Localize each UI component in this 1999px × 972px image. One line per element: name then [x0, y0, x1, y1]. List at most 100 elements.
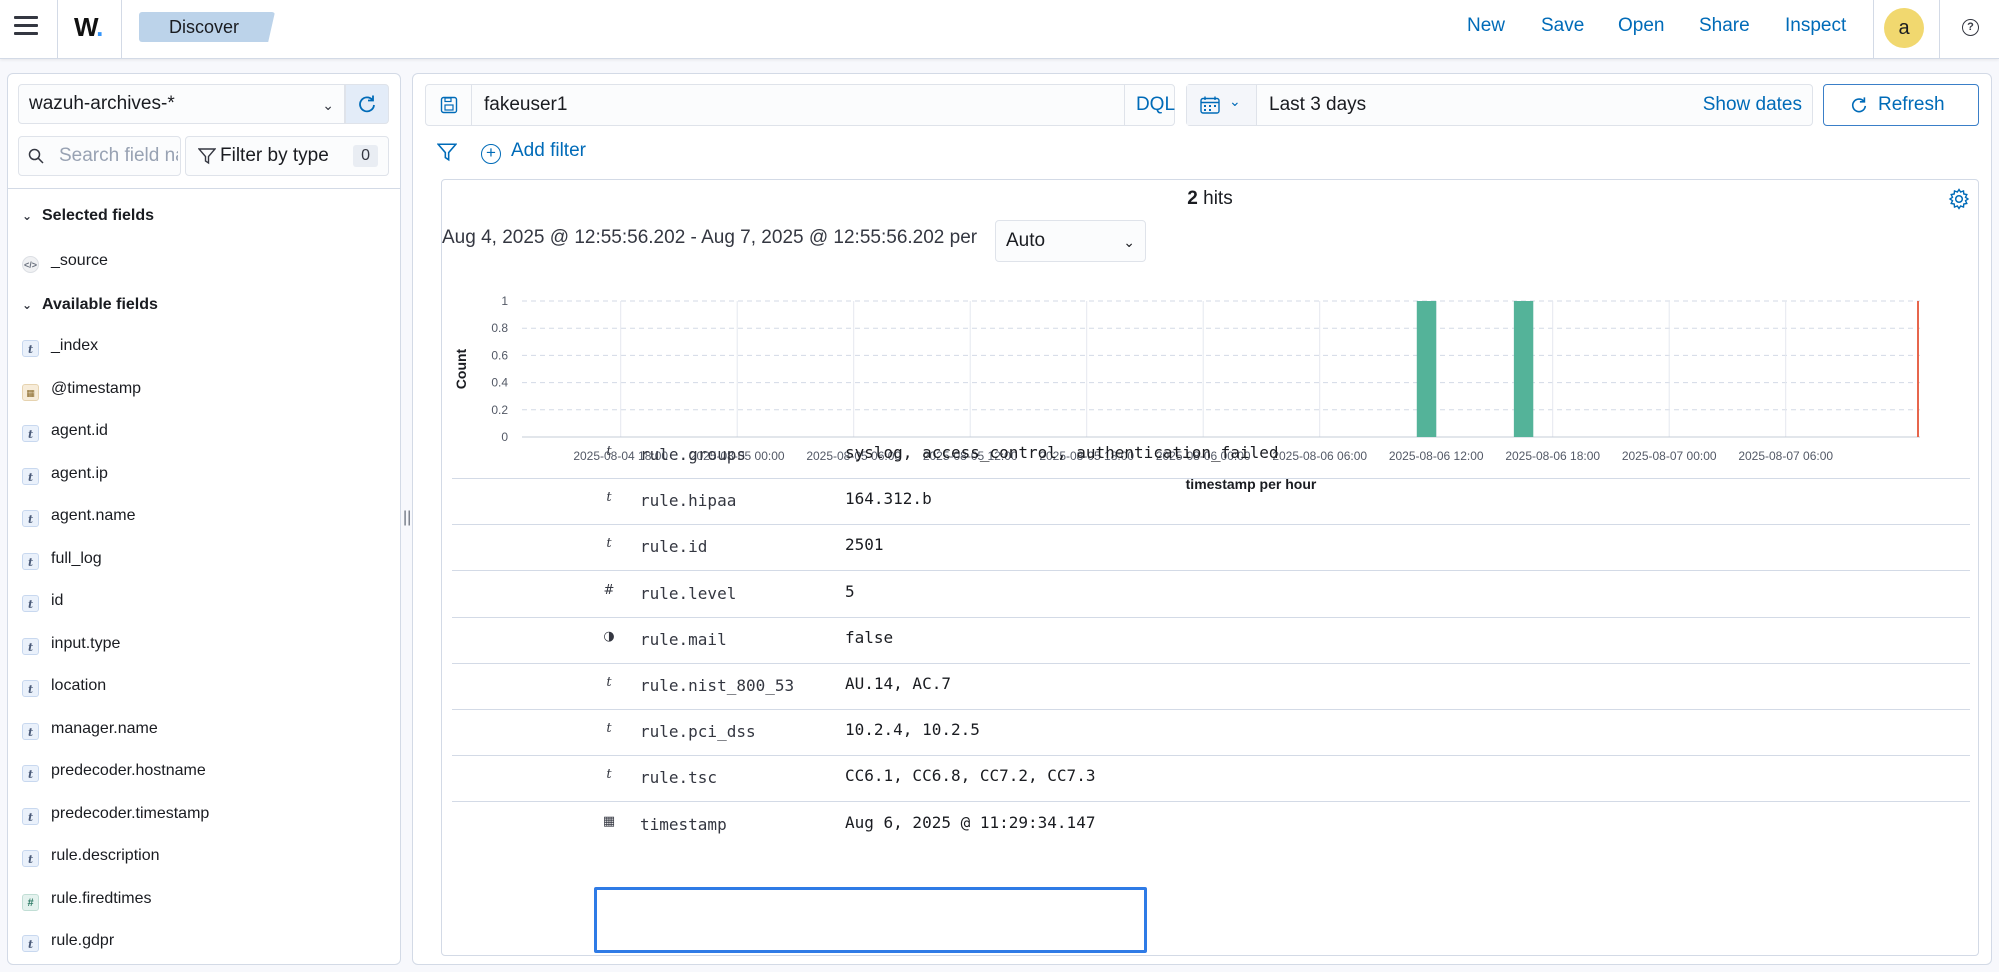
field-sidebar: wazuh-archives-* ⌄ Filter by type 0 ⌄Sel…	[7, 73, 401, 965]
date-range-label[interactable]: Last 3 days	[1269, 85, 1366, 125]
discover-main-panel: DQL ⌄ Last 3 days Show dates Refresh +Ad…	[412, 73, 1992, 965]
index-pattern-value: wazuh-archives-*	[29, 93, 175, 114]
gear-icon[interactable]	[1948, 188, 1970, 210]
chevron-down-icon: ⌄	[322, 97, 334, 113]
field-name: rule.description	[51, 847, 160, 864]
sidebar-resize-handle[interactable]: ||	[403, 509, 411, 527]
field-name: agent.id	[51, 422, 108, 439]
field-item-source[interactable]: </> _source	[22, 246, 108, 276]
results-panel: 2 hits Aug 4, 2025 @ 12:55:56.202 - Aug …	[441, 179, 1979, 956]
header-divider	[121, 0, 122, 58]
string-token-icon: t	[22, 807, 39, 825]
field-item[interactable]: t agent.name	[22, 501, 136, 531]
refresh-label: Refresh	[1878, 94, 1945, 115]
save-button[interactable]: Save	[1541, 15, 1584, 37]
saved-query-button[interactable]	[426, 85, 472, 125]
filter-by-type-label: Filter by type	[220, 145, 329, 166]
header-divider	[1873, 0, 1874, 58]
string-type-icon: t	[606, 767, 612, 783]
field-item[interactable]: # rule.firedtimes	[22, 884, 151, 914]
table-row: t rule.hipaa 164.312.b	[452, 479, 1970, 526]
string-token-icon: t	[22, 765, 39, 782]
number-type-icon: #	[603, 582, 615, 598]
chevron-down-icon: ⌄	[1229, 93, 1241, 109]
field-value: Aug 6, 2025 @ 11:29:34.147	[845, 812, 1096, 832]
show-dates-button[interactable]: Show dates	[1703, 85, 1802, 125]
chevron-down-icon: ⌄	[22, 209, 33, 223]
y-tick-label: 1	[501, 294, 508, 308]
header-divider	[57, 0, 58, 58]
interval-select[interactable]: Auto ⌄	[995, 220, 1146, 262]
y-tick-label: 0.4	[491, 376, 508, 390]
new-button[interactable]: New	[1467, 15, 1505, 37]
string-type-icon: t	[606, 444, 612, 459]
table-row: ◑ rule.mail false	[452, 618, 1970, 664]
field-value: syslog, access_control, authentication_f…	[845, 443, 1279, 462]
string-token-icon: t	[22, 510, 39, 527]
field-item[interactable]: t rule.description	[22, 841, 160, 871]
field-item[interactable]: t predecoder.timestamp	[22, 799, 209, 829]
time-range-text: Aug 4, 2025 @ 12:55:56.202 - Aug 7, 2025…	[442, 227, 978, 248]
string-token-icon: t	[22, 595, 39, 612]
available-fields-header[interactable]: ⌄ Available fields	[22, 296, 158, 314]
field-item[interactable]: t _index	[22, 331, 98, 361]
breadcrumb-discover[interactable]: Discover	[139, 12, 275, 42]
chevron-down-icon: ⌄	[1123, 234, 1135, 250]
wazuh-logo[interactable]: W.	[74, 12, 103, 43]
field-item[interactable]: t full_log	[22, 544, 102, 574]
open-button[interactable]: Open	[1618, 15, 1664, 37]
y-tick-label: 0.2	[491, 403, 508, 417]
field-name: rule.mail	[640, 629, 727, 649]
field-item[interactable]: t location	[22, 671, 106, 701]
date-token-icon: ▦	[22, 383, 39, 401]
string-token-icon: t	[22, 850, 39, 867]
field-item[interactable]: t agent.id	[22, 416, 108, 446]
help-icon[interactable]: ?	[1962, 19, 1979, 36]
field-item[interactable]: t id	[22, 586, 63, 616]
field-name: rule.nist_800_53	[640, 676, 795, 695]
string-token-icon: t	[22, 722, 39, 740]
table-row: t rule.groups syslog, access_control, auth…	[452, 433, 1970, 479]
y-tick-label: 0.6	[491, 348, 508, 362]
field-item[interactable]: t agent.ip	[22, 459, 108, 489]
field-item[interactable]: t manager.name	[22, 714, 158, 744]
index-refresh-button[interactable]	[345, 84, 389, 124]
field-name: _index	[51, 337, 99, 354]
field-name: rule.level	[640, 583, 737, 603]
save-icon	[440, 96, 458, 114]
field-name: @timestamp	[51, 379, 142, 397]
field-name: predecoder.timestamp	[51, 804, 210, 822]
filter-icon	[198, 148, 216, 165]
field-item[interactable]: t input.type	[22, 629, 120, 659]
add-filter-button[interactable]: + Add filter	[481, 140, 586, 164]
field-item[interactable]: t predecoder.hostname	[22, 756, 206, 786]
boolean-type-icon: ◑	[603, 628, 615, 644]
field-item[interactable]: ▦ @timestamp	[22, 374, 141, 404]
quick-date-menu-button[interactable]: ⌄	[1187, 85, 1257, 125]
chevron-down-icon: ⌄	[22, 298, 33, 312]
filter-by-type-button[interactable]: Filter by type 0	[185, 136, 389, 176]
string-token-icon: t	[22, 467, 39, 485]
share-button[interactable]: Share	[1699, 15, 1750, 37]
string-type-icon: t	[606, 721, 612, 737]
date-type-icon: ▦	[602, 813, 616, 829]
inspect-button[interactable]: Inspect	[1785, 15, 1846, 37]
selected-fields-header[interactable]: ⌄ Selected fields	[22, 207, 154, 225]
index-pattern-select[interactable]: wazuh-archives-* ⌄	[18, 84, 345, 124]
string-token-icon: t	[22, 637, 39, 655]
user-avatar[interactable]: a	[1884, 8, 1924, 48]
refresh-button[interactable]: Refresh	[1823, 84, 1979, 126]
query-language-button[interactable]: DQL	[1124, 85, 1186, 125]
field-value: CC6.1, CC6.8, CC7.2, CC7.3	[845, 766, 1096, 786]
menu-icon[interactable]	[14, 16, 38, 36]
query-bar: DQL	[425, 84, 1175, 126]
field-value: 2501	[845, 535, 884, 555]
field-item[interactable]: t rule.gdpr	[22, 926, 114, 956]
field-name: predecoder.hostname	[51, 762, 206, 779]
refresh-icon	[1851, 97, 1867, 113]
field-name: rule.tsc	[640, 768, 718, 788]
field-value: 10.2.4, 10.2.5	[845, 720, 980, 740]
field-name: location	[51, 677, 107, 694]
query-input[interactable]	[482, 85, 1012, 125]
filter-icon[interactable]	[437, 142, 457, 162]
